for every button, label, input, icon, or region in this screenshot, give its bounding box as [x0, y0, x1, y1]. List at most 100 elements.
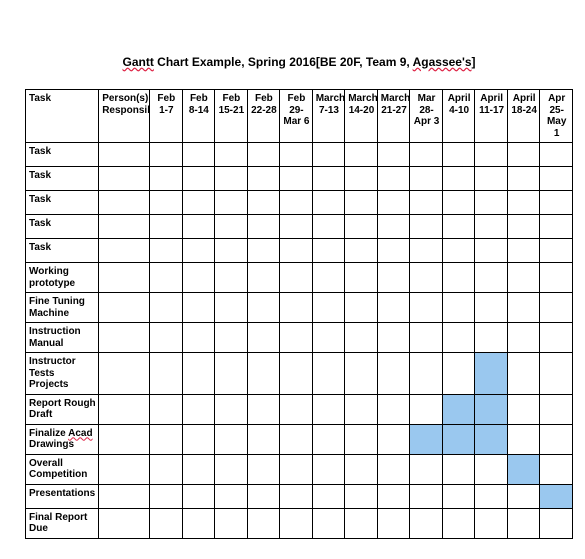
gantt-cell — [182, 239, 215, 263]
gantt-cell — [247, 508, 280, 538]
gantt-cell — [507, 484, 540, 508]
gantt-cell — [150, 293, 183, 323]
gantt-page: Gantt Chart Example, Spring 2016[BE 20F,… — [0, 0, 585, 559]
gantt-cell — [312, 167, 345, 191]
gantt-cell — [215, 394, 248, 424]
gantt-cell — [150, 424, 183, 454]
gantt-cell — [312, 323, 345, 353]
gantt-cell — [410, 484, 443, 508]
row-person — [99, 215, 150, 239]
gantt-cell — [280, 484, 313, 508]
gantt-cell — [475, 353, 508, 395]
gantt-cell — [215, 239, 248, 263]
table-row: Working prototype — [26, 263, 573, 293]
gantt-cell — [345, 167, 378, 191]
gantt-cell — [410, 454, 443, 484]
row-label: Task — [26, 191, 99, 215]
gantt-cell — [345, 215, 378, 239]
header-row: Task Person(s) Responsible Feb 1-7Feb 8-… — [26, 90, 573, 143]
gantt-cell — [247, 191, 280, 215]
gantt-cell — [215, 263, 248, 293]
header-date-5: March 7-13 — [312, 90, 345, 143]
gantt-cell — [410, 239, 443, 263]
gantt-cell — [540, 239, 573, 263]
gantt-cell — [312, 394, 345, 424]
gantt-cell — [442, 508, 475, 538]
gantt-cell — [345, 263, 378, 293]
table-row: Task — [26, 167, 573, 191]
gantt-cell — [312, 293, 345, 323]
gantt-cell — [150, 454, 183, 484]
gantt-cell — [475, 394, 508, 424]
gantt-cell — [312, 454, 345, 484]
gantt-cell — [507, 353, 540, 395]
gantt-cell — [377, 215, 410, 239]
gantt-cell — [312, 143, 345, 167]
gantt-cell — [280, 508, 313, 538]
gantt-cell — [540, 215, 573, 239]
gantt-cell — [345, 508, 378, 538]
gantt-cell — [410, 191, 443, 215]
gantt-cell — [215, 353, 248, 395]
gantt-cell — [345, 143, 378, 167]
table-row: Fine Tuning Machine — [26, 293, 573, 323]
gantt-cell — [475, 167, 508, 191]
gantt-cell — [312, 191, 345, 215]
header-date-4: Feb 29- Mar 6 — [280, 90, 313, 143]
row-person — [99, 424, 150, 454]
gantt-cell — [345, 239, 378, 263]
gantt-cell — [280, 353, 313, 395]
gantt-cell — [182, 508, 215, 538]
header-date-9: April 4-10 — [442, 90, 475, 143]
gantt-cell — [247, 239, 280, 263]
gantt-cell — [540, 167, 573, 191]
header-date-10: April 11-17 — [475, 90, 508, 143]
gantt-cell — [150, 215, 183, 239]
title-word-agassees: Agassee's — [413, 55, 472, 69]
gantt-cell — [182, 353, 215, 395]
row-person — [99, 454, 150, 484]
row-person — [99, 191, 150, 215]
row-person — [99, 239, 150, 263]
gantt-cell — [540, 394, 573, 424]
row-person — [99, 323, 150, 353]
gantt-cell — [442, 191, 475, 215]
gantt-cell — [475, 215, 508, 239]
row-person — [99, 293, 150, 323]
gantt-cell — [182, 424, 215, 454]
gantt-cell — [280, 215, 313, 239]
gantt-cell — [410, 394, 443, 424]
gantt-cell — [215, 424, 248, 454]
header-date-11: April 18-24 — [507, 90, 540, 143]
gantt-cell — [150, 394, 183, 424]
gantt-cell — [377, 424, 410, 454]
gantt-cell — [150, 353, 183, 395]
header-date-7: March 21-27 — [377, 90, 410, 143]
gantt-cell — [280, 424, 313, 454]
gantt-cell — [540, 484, 573, 508]
gantt-cell — [507, 215, 540, 239]
header-date-0: Feb 1-7 — [150, 90, 183, 143]
gantt-cell — [247, 167, 280, 191]
gantt-cell — [410, 167, 443, 191]
gantt-cell — [247, 215, 280, 239]
table-row: Overall Competition — [26, 454, 573, 484]
gantt-cell — [215, 484, 248, 508]
gantt-cell — [345, 484, 378, 508]
gantt-cell — [507, 454, 540, 484]
gantt-cell — [377, 508, 410, 538]
gantt-cell — [182, 394, 215, 424]
row-person — [99, 508, 150, 538]
gantt-cell — [507, 143, 540, 167]
row-person — [99, 484, 150, 508]
table-row: Task — [26, 143, 573, 167]
table-body: TaskTaskTaskTaskTaskWorking prototypeFin… — [26, 143, 573, 539]
gantt-cell — [442, 424, 475, 454]
row-label: Fine Tuning Machine — [26, 293, 99, 323]
gantt-cell — [345, 323, 378, 353]
gantt-cell — [540, 263, 573, 293]
title-rest: Chart Example, Spring 2016[BE 20F, Team … — [154, 55, 413, 69]
gantt-cell — [540, 323, 573, 353]
gantt-cell — [410, 263, 443, 293]
row-label: Finalize Acad Drawings — [26, 424, 99, 454]
